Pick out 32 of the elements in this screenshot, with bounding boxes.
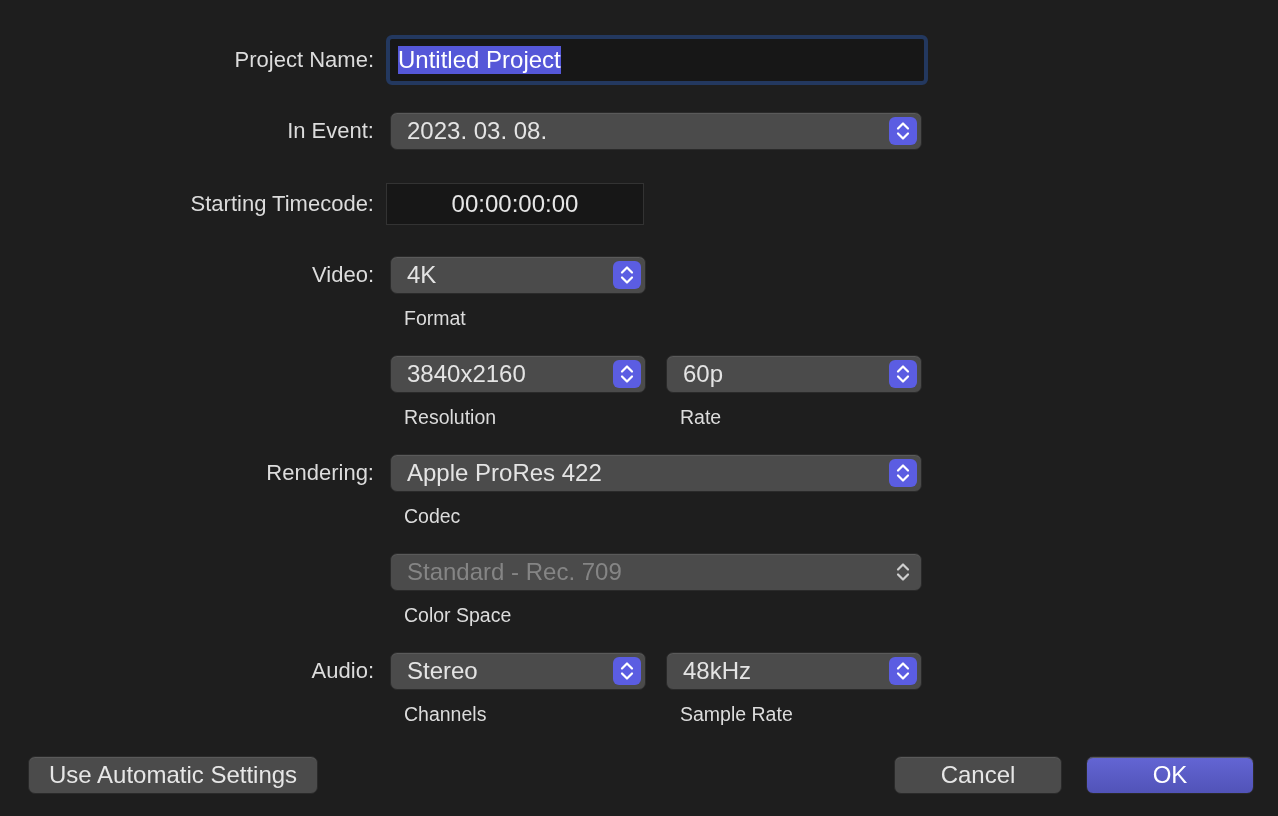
popup-button[interactable]: 4K xyxy=(390,256,646,294)
dialog-button[interactable]: Cancel xyxy=(894,756,1062,794)
popup-button[interactable]: Apple ProRes 422 xyxy=(390,454,922,492)
field-label: Video: xyxy=(311,261,374,289)
stepper-icon xyxy=(889,657,917,685)
popup-button[interactable]: 3840x2160 xyxy=(390,355,646,393)
popup-caption: Channels xyxy=(403,702,488,726)
dialog-button[interactable]: Use Automatic Settings xyxy=(28,756,319,794)
timecode-field[interactable]: 00:00:00:00 xyxy=(386,183,644,225)
field-label: In Event: xyxy=(286,117,374,145)
stepper-icon xyxy=(613,261,641,289)
popup-caption: Codec xyxy=(403,504,462,528)
stepper-icon xyxy=(613,360,641,388)
field-label: Starting Timecode: xyxy=(189,190,374,218)
field-label: Audio: xyxy=(310,657,374,685)
popup-button[interactable]: 48kHz xyxy=(666,652,922,690)
field-label: Project Name: xyxy=(233,46,374,74)
stepper-icon xyxy=(889,360,917,388)
project-name-field[interactable]: Untitled Project xyxy=(386,35,928,85)
stepper-icon xyxy=(889,459,917,487)
popup-caption: Format xyxy=(403,306,467,330)
popup-button[interactable]: Stereo xyxy=(390,652,646,690)
popup-button[interactable]: 60p xyxy=(666,355,922,393)
popup-caption: Rate xyxy=(679,405,723,429)
stepper-icon xyxy=(889,117,917,145)
field-label: Rendering: xyxy=(265,459,374,487)
popup-caption: Resolution xyxy=(403,405,498,429)
popup-caption: Sample Rate xyxy=(679,702,794,726)
popup-caption: Color Space xyxy=(403,603,513,627)
default-button[interactable]: OK xyxy=(1086,756,1254,794)
stepper-icon xyxy=(613,657,641,685)
popup-button[interactable]: 2023. 03. 08. xyxy=(390,112,922,150)
